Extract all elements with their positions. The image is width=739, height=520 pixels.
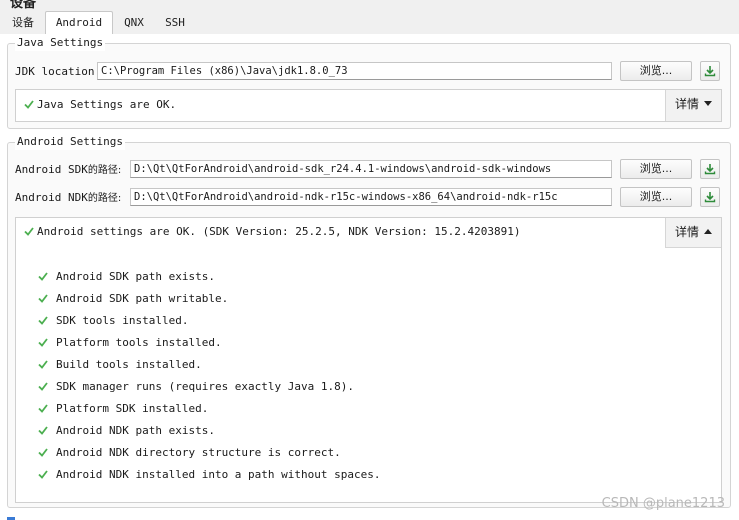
ndk-path-label: Android NDK的路径: xyxy=(15,189,121,208)
check-item-text: Build tools installed. xyxy=(56,358,202,371)
tab-ssh[interactable]: SSH xyxy=(156,13,194,33)
android-details-button[interactable]: 详情 xyxy=(665,218,721,248)
download-icon xyxy=(704,192,716,203)
sdk-download-button[interactable] xyxy=(700,159,720,179)
check-icon xyxy=(38,382,48,391)
android-settings-group: Android Settings Android SDK的路径: D:\Qt\Q… xyxy=(7,134,731,508)
check-item-text: Platform SDK installed. xyxy=(56,402,209,415)
ndk-path-label-suffix: 的路径: xyxy=(87,193,122,204)
chevron-up-icon xyxy=(704,229,713,234)
android-details-label: 详情 xyxy=(675,225,700,239)
check-item-text: SDK manager runs (requires exactly Java … xyxy=(56,380,355,393)
ndk-path-input[interactable]: D:\Qt\QtForAndroid\android-ndk-r15c-wind… xyxy=(130,188,612,206)
jdk-location-label: JDK location: xyxy=(15,65,102,78)
download-icon xyxy=(704,66,716,77)
window-title: 设备 xyxy=(10,0,37,11)
android-settings-panel: Java Settings JDK location: C:\Program F… xyxy=(0,34,739,520)
java-status-text: Java Settings are OK. xyxy=(37,98,177,111)
check-item-text: Android NDK installed into a path withou… xyxy=(56,468,381,481)
check-icon xyxy=(24,227,34,236)
ndk-download-button[interactable] xyxy=(700,187,720,207)
check-icon xyxy=(38,360,48,369)
sdk-path-label-prefix: Android SDK xyxy=(15,163,88,176)
ndk-path-label-prefix: Android NDK xyxy=(15,191,88,204)
check-item-text: SDK tools installed. xyxy=(56,314,189,327)
java-details-label: 详情 xyxy=(675,97,700,111)
check-item: Android NDK installed into a path withou… xyxy=(38,467,381,483)
chevron-down-icon xyxy=(704,101,713,106)
check-item: Platform tools installed. xyxy=(38,335,222,351)
android-status-text: Android settings are OK. (SDK Version: 2… xyxy=(37,225,521,238)
sdk-path-label-suffix: 的路径: xyxy=(87,165,122,176)
check-icon xyxy=(38,316,48,325)
jdk-location-input[interactable]: C:\Program Files (x86)\Java\jdk1.8.0_73 xyxy=(97,62,612,80)
check-item-text: Android NDK directory structure is corre… xyxy=(56,446,341,459)
check-item: Android NDK path exists. xyxy=(38,423,215,439)
check-icon xyxy=(38,404,48,413)
check-item-text: Android SDK path writable. xyxy=(56,292,229,305)
tab-android[interactable]: Android xyxy=(45,11,113,35)
check-item: Android NDK directory structure is corre… xyxy=(38,445,341,461)
watermark: CSDN @plane1213 xyxy=(601,496,725,511)
check-icon xyxy=(38,470,48,479)
java-status-box: Java Settings are OK. 详情 xyxy=(15,89,722,122)
check-item-text: Android NDK path exists. xyxy=(56,424,215,437)
check-item-text: Android SDK path exists. xyxy=(56,270,215,283)
java-settings-group: Java Settings JDK location: C:\Program F… xyxy=(7,35,731,129)
sdk-path-label: Android SDK的路径: xyxy=(15,161,121,180)
java-details-button[interactable]: 详情 xyxy=(665,90,721,121)
download-icon xyxy=(704,164,716,175)
sdk-browse-button[interactable]: 浏览... xyxy=(620,159,692,179)
check-item: SDK tools installed. xyxy=(38,313,188,329)
sdk-path-input[interactable]: D:\Qt\QtForAndroid\android-sdk_r24.4.1-w… xyxy=(130,160,612,178)
tab-bar: 设备 Android QNX SSH xyxy=(0,11,739,35)
check-item: Build tools installed. xyxy=(38,357,202,373)
jdk-download-button[interactable] xyxy=(700,61,720,81)
check-item: Android SDK path writable. xyxy=(38,291,228,307)
java-status-line: Java Settings are OK. xyxy=(24,97,176,113)
android-status-box: Android settings are OK. (SDK Version: 2… xyxy=(15,217,722,503)
ndk-browse-button[interactable]: 浏览... xyxy=(620,187,692,207)
android-status-line: Android settings are OK. (SDK Version: 2… xyxy=(24,224,520,240)
check-icon xyxy=(38,338,48,347)
check-icon xyxy=(38,426,48,435)
tab-devices[interactable]: 设备 xyxy=(4,13,42,33)
jdk-browse-button[interactable]: 浏览... xyxy=(620,61,692,81)
android-settings-title: Android Settings xyxy=(15,134,125,150)
check-item: SDK manager runs (requires exactly Java … xyxy=(38,379,354,395)
check-item-text: Platform tools installed. xyxy=(56,336,222,349)
check-item: Android SDK path exists. xyxy=(38,269,215,285)
check-icon xyxy=(24,100,34,109)
check-item: Platform SDK installed. xyxy=(38,401,208,417)
check-icon xyxy=(38,294,48,303)
check-icon xyxy=(38,272,48,281)
java-settings-title: Java Settings xyxy=(15,35,106,51)
check-icon xyxy=(38,448,48,457)
tab-qnx[interactable]: QNX xyxy=(116,13,152,33)
